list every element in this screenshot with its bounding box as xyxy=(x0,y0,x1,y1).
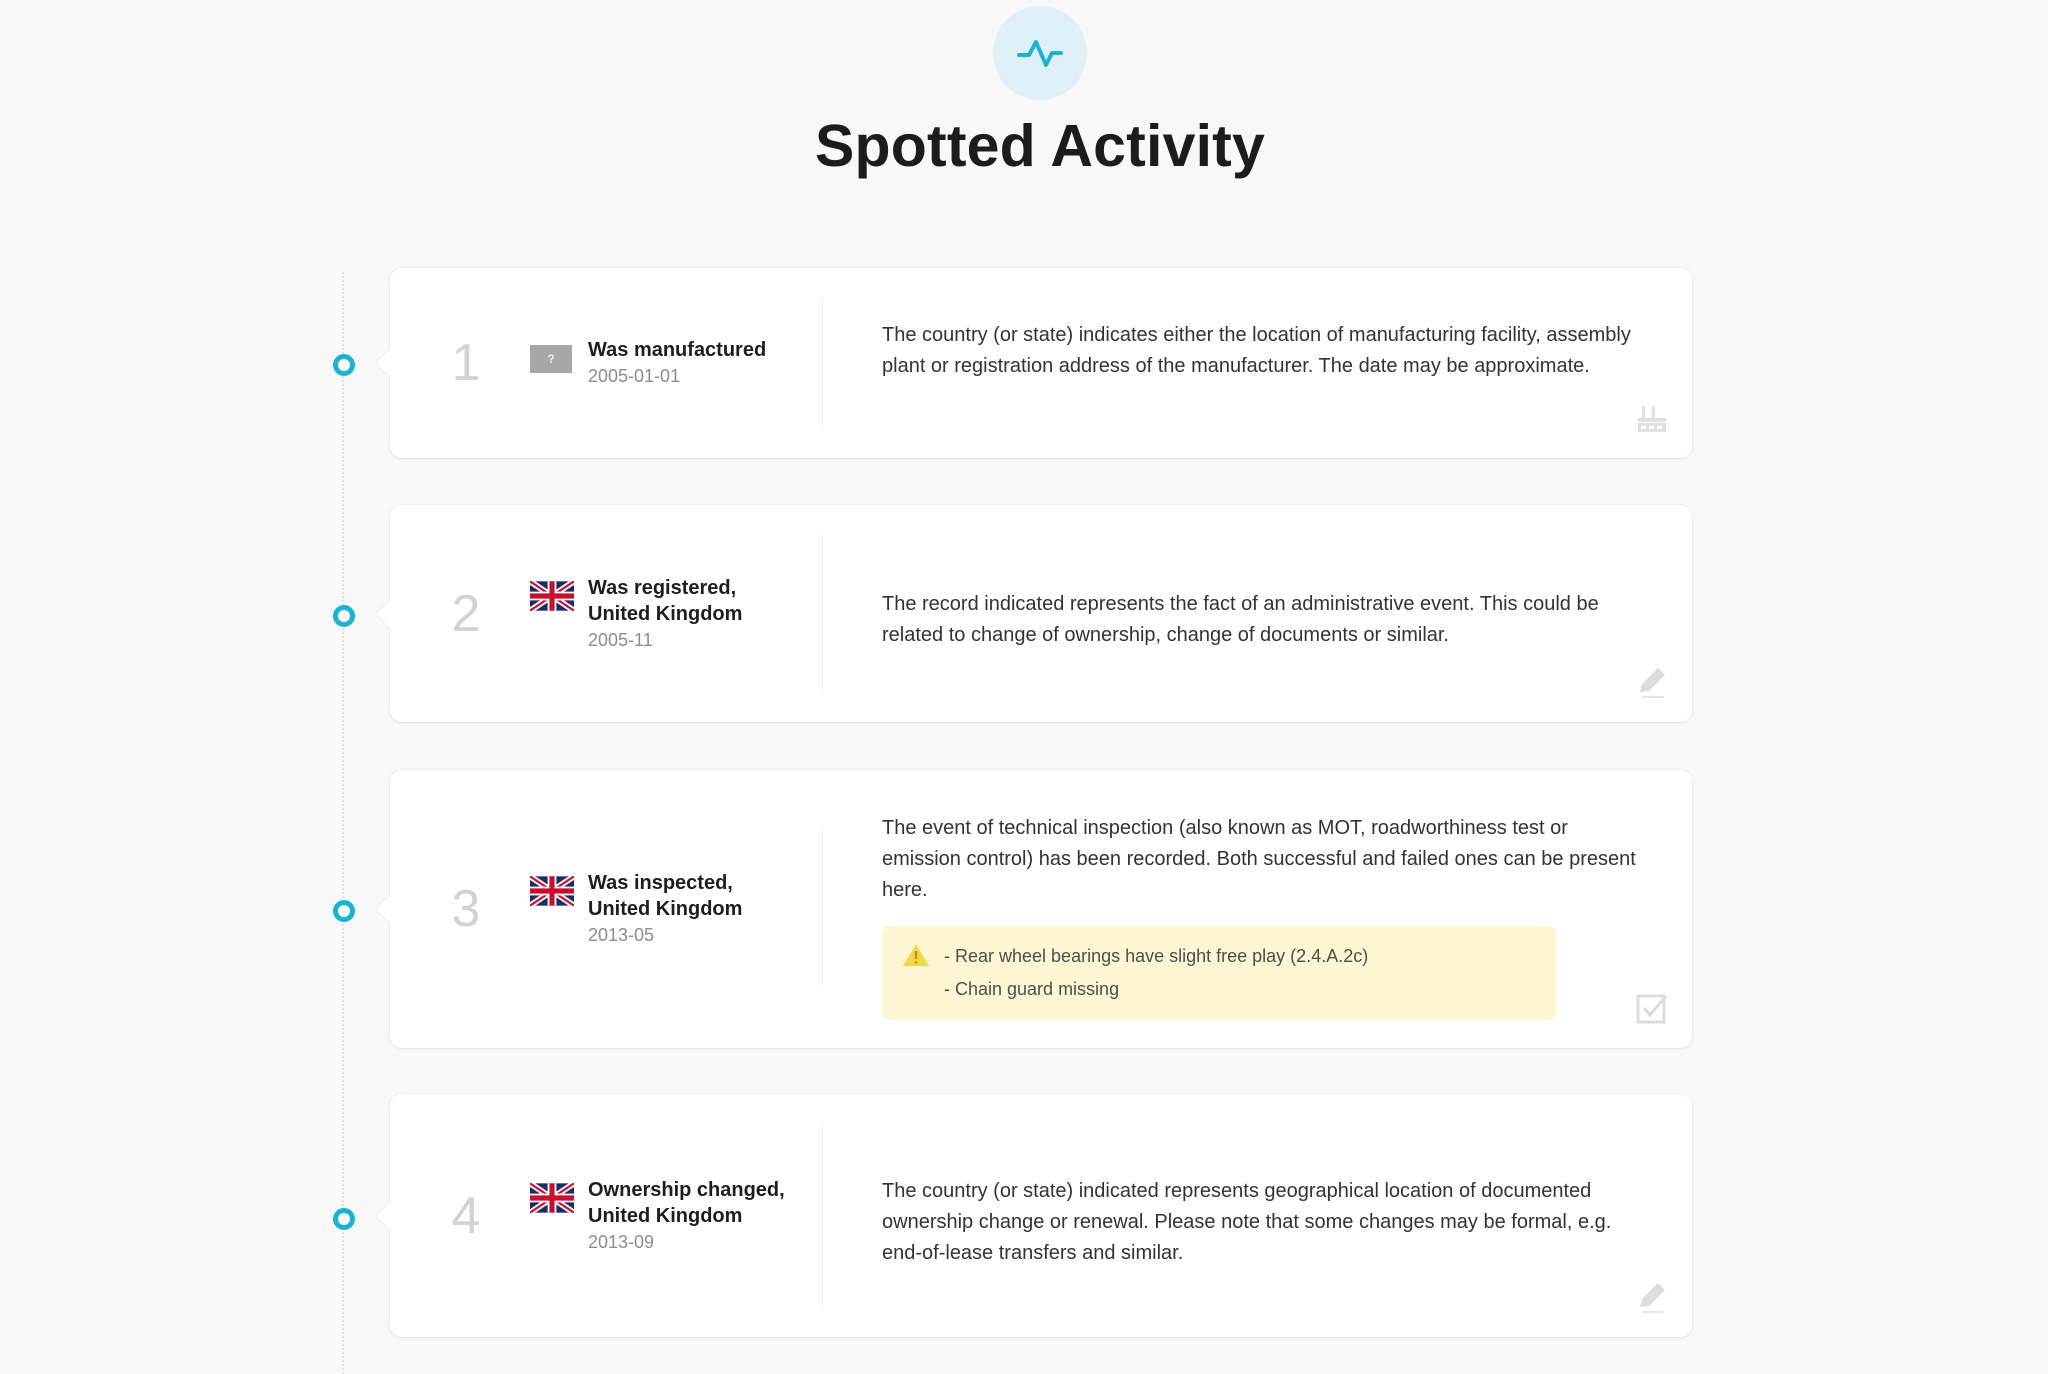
event-description-block: The event of technical inspection (also … xyxy=(882,813,1642,1020)
timeline-dot xyxy=(333,900,355,922)
inspection-warnings: - Rear wheel bearings have slight free p… xyxy=(882,926,1556,1020)
event-title: Was manufactured xyxy=(588,339,767,361)
event-description: The record indicated represents the fact… xyxy=(882,593,1599,646)
warning-item: - Chain guard missing xyxy=(944,979,1120,999)
event-card: 3 Was inspected, United Kingdom 2013-05 … xyxy=(390,770,1692,1048)
event-card: 4 Ownership changed, United Kingdom 2013… xyxy=(390,1094,1692,1337)
event-date: 2013-09 xyxy=(588,1231,655,1252)
divider xyxy=(822,828,823,985)
timeline-dot xyxy=(333,605,355,627)
event-summary: Was registered, United Kingdom 2005-11 xyxy=(530,575,800,653)
event-date: 2013-05 xyxy=(588,925,655,945)
event-date: 2005-11 xyxy=(588,629,653,650)
warning-item: - Rear wheel bearings have slight free p… xyxy=(944,946,1369,966)
warning-icon xyxy=(903,944,929,966)
divider xyxy=(822,535,823,692)
event-date: 2005-01-01 xyxy=(588,366,681,386)
factory-icon xyxy=(1638,406,1666,432)
event-description: The event of technical inspection (also … xyxy=(882,817,1636,901)
pencil-icon xyxy=(1640,668,1665,698)
activity-icon-badge xyxy=(993,6,1087,100)
event-summary: Ownership changed, United Kingdom 2013-0… xyxy=(530,1177,800,1255)
page-title: Spotted Activity xyxy=(814,113,1266,179)
united-kingdom-flag-icon xyxy=(530,580,574,611)
event-number: 1 xyxy=(451,334,481,392)
event-title: Ownership changed, United Kingdom xyxy=(588,1178,785,1227)
event-number: 2 xyxy=(451,584,481,643)
timeline-dot xyxy=(333,354,355,376)
event-summary: ? Was manufactured 2005-01-01 xyxy=(530,337,800,389)
event-card: 2 Was registered, United Kingdom 2005-11… xyxy=(390,505,1692,722)
event-number: 4 xyxy=(451,1186,481,1245)
united-kingdom-flag-icon xyxy=(530,876,574,906)
event-description: The country (or state) indicated represe… xyxy=(882,1180,1612,1264)
divider xyxy=(822,1124,823,1307)
united-kingdom-flag-icon xyxy=(530,1182,574,1213)
event-number: 3 xyxy=(451,880,481,938)
event-card: 1 ? Was manufactured 2005-01-01 The coun… xyxy=(390,268,1692,458)
timeline-dot xyxy=(333,1208,355,1230)
unknown-flag-icon: ? xyxy=(530,345,572,373)
event-title: Was inspected, United Kingdom xyxy=(588,872,743,920)
pencil-icon xyxy=(1640,1283,1665,1313)
divider xyxy=(822,298,823,428)
event-title: Was registered, United Kingdom xyxy=(588,576,743,625)
event-summary: Was inspected, United Kingdom 2013-05 xyxy=(530,870,800,948)
event-description: The country (or state) indicates either … xyxy=(882,324,1631,377)
activity-pulse-icon xyxy=(1017,40,1063,67)
checkbox-icon xyxy=(1636,994,1668,1024)
